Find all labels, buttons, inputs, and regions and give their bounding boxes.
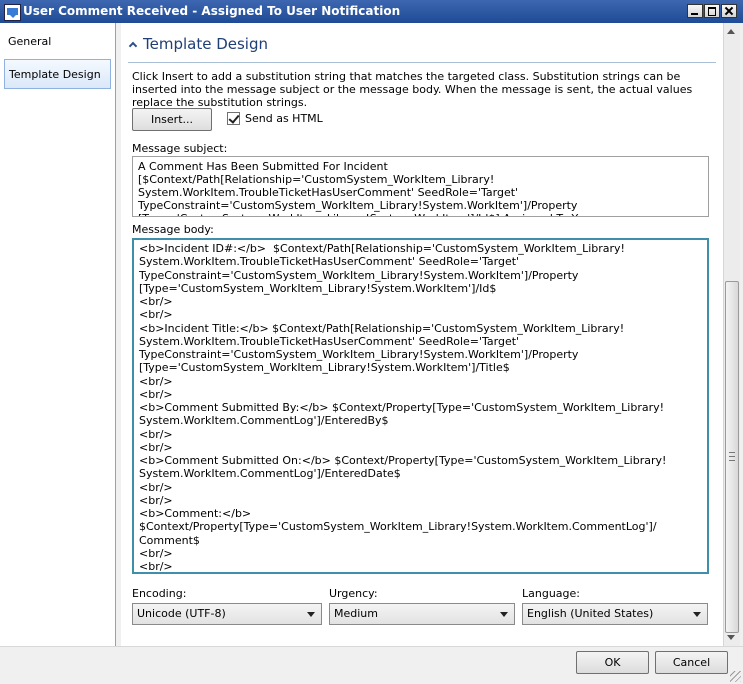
language-select[interactable]: English (United States) bbox=[522, 603, 708, 625]
message-body-input[interactable]: <b>Incident ID#:</b> $Context/Path[Relat… bbox=[132, 238, 709, 574]
chevron-down-icon bbox=[307, 612, 315, 617]
title-bar: User Comment Received - Assigned To User… bbox=[0, 0, 743, 23]
chevron-up-icon[interactable] bbox=[129, 40, 138, 49]
urgency-select[interactable]: Medium bbox=[329, 603, 515, 625]
app-icon bbox=[4, 4, 21, 21]
chevron-down-icon bbox=[693, 612, 701, 617]
scroll-up-icon[interactable] bbox=[727, 29, 735, 34]
section-divider bbox=[128, 62, 716, 63]
subject-label: Message subject: bbox=[132, 142, 228, 155]
ok-button[interactable]: OK bbox=[576, 651, 649, 674]
scrollbar-thumb[interactable] bbox=[725, 281, 739, 633]
encoding-label: Encoding: bbox=[132, 587, 187, 600]
body-label: Message body: bbox=[132, 223, 214, 236]
description-text: Click Insert to add a substitution strin… bbox=[132, 70, 693, 109]
section-title: Template Design bbox=[143, 35, 269, 53]
send-as-html-label: Send as HTML bbox=[245, 112, 323, 125]
resize-grip-icon[interactable] bbox=[730, 671, 741, 682]
urgency-value: Medium bbox=[334, 607, 378, 620]
nav-item-label: Template Design bbox=[9, 68, 101, 81]
language-label: Language: bbox=[522, 587, 580, 600]
nav-panel: General Template Design bbox=[0, 23, 116, 646]
nav-item-template-design[interactable]: Template Design bbox=[4, 59, 111, 89]
section-header[interactable]: Template Design bbox=[129, 35, 268, 53]
nav-item-label: General bbox=[8, 35, 52, 48]
insert-button[interactable]: Insert... bbox=[132, 108, 212, 131]
minimize-button[interactable] bbox=[687, 4, 703, 18]
dialog-window: User Comment Received - Assigned To User… bbox=[0, 0, 743, 684]
send-as-html-option[interactable]: Send as HTML bbox=[227, 112, 323, 125]
send-as-html-checkbox[interactable] bbox=[227, 112, 240, 125]
urgency-label: Urgency: bbox=[329, 587, 378, 600]
content-panel: Template Design Click Insert to add a su… bbox=[121, 23, 723, 646]
maximize-button[interactable] bbox=[704, 4, 720, 18]
grip-icon bbox=[729, 452, 735, 461]
cancel-button[interactable]: Cancel bbox=[655, 651, 728, 674]
encoding-value: Unicode (UTF-8) bbox=[137, 607, 226, 620]
encoding-select[interactable]: Unicode (UTF-8) bbox=[132, 603, 322, 625]
language-value: English (United States) bbox=[527, 607, 654, 620]
dialog-footer: OK Cancel bbox=[0, 646, 743, 684]
message-subject-input[interactable]: A Comment Has Been Submitted For Inciden… bbox=[132, 156, 709, 217]
close-button[interactable] bbox=[721, 4, 737, 18]
nav-item-general[interactable]: General bbox=[4, 27, 111, 57]
window-title: User Comment Received - Assigned To User… bbox=[23, 4, 401, 18]
chevron-down-icon bbox=[500, 612, 508, 617]
vertical-scrollbar[interactable] bbox=[723, 23, 740, 646]
scroll-down-icon[interactable] bbox=[727, 635, 735, 640]
